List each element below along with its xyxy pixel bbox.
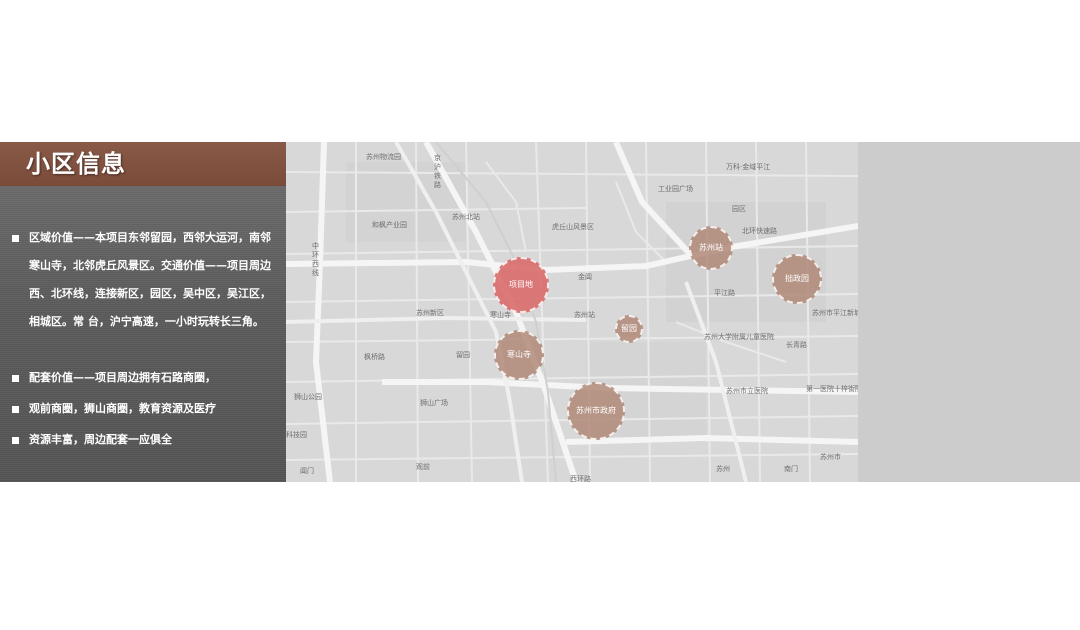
map-label: 枫桥路 xyxy=(364,353,385,361)
map-label: 京沪铁路 xyxy=(434,154,441,189)
map-label: 和枫产业园 xyxy=(372,221,407,229)
poi-label: 拙政园 xyxy=(785,274,809,283)
map-label: 科技园 xyxy=(286,431,307,439)
map-label: 中环西线 xyxy=(312,242,319,277)
map-label: 苏州物流园 xyxy=(366,153,401,161)
map-roads xyxy=(286,142,858,482)
map-label: 狮山广场 xyxy=(420,399,448,407)
map-label: 苏州大学附属儿童医院 xyxy=(704,333,774,341)
map[interactable]: 苏州物流园 京沪铁路 苏州北站 工业园广场 万科·金域平江 虎丘山风景区 和枫产… xyxy=(286,142,858,482)
map-label: 苏州 xyxy=(716,465,730,473)
map-label: 苏州站 xyxy=(574,311,595,319)
page-title: 小区信息 xyxy=(26,150,126,178)
map-label: 寒山寺 xyxy=(490,311,511,319)
map-label: 北环快速路 xyxy=(742,227,777,235)
map-label: 南门 xyxy=(784,465,798,473)
poi-label: 苏州站 xyxy=(699,243,723,252)
poi-label: 寒山寺 xyxy=(507,350,531,359)
poi-label: 项目地 xyxy=(509,280,533,289)
map-label: 苏州市平江新城 xyxy=(812,309,858,317)
square-bullet-icon xyxy=(12,437,19,444)
bullet-item-resources: 资源丰富，周边配套一应俱全 xyxy=(12,432,278,460)
bullet-item-amenities: 配套价值——项目周边拥有石路商圈， xyxy=(12,370,278,398)
bullet-item-region: 区域价值——本项目东邻留园，西邻大运河，南邻寒山寺，北邻虎丘风景区。交通价值——… xyxy=(12,230,278,350)
poi-lingering-garden[interactable]: 留园 xyxy=(615,315,643,343)
bullet-text: 资源丰富，周边配套一应俱全 xyxy=(29,433,172,446)
map-label: 工业园广场 xyxy=(658,185,693,193)
bullet-text: 配套价值——项目周边拥有石路商圈， xyxy=(29,371,216,384)
map-label: 观前 xyxy=(416,463,430,471)
poi-hanshan-temple[interactable]: 寒山寺 xyxy=(494,330,544,380)
map-label: 苏州市立医院 xyxy=(726,387,768,395)
map-label: 长青路 xyxy=(786,341,807,349)
map-label: 西环路 xyxy=(570,475,591,482)
map-label: 虎丘山风景区 xyxy=(552,223,594,231)
poi-suzhou-station[interactable]: 苏州站 xyxy=(689,226,733,270)
poi-humble-garden[interactable]: 拙政园 xyxy=(772,254,822,304)
bullet-item-commerce: 观前商圈，狮山商圈，教育资源及医疗 xyxy=(12,401,278,429)
map-label: 平江路 xyxy=(714,289,735,297)
map-label: 狮山公园 xyxy=(294,393,322,401)
bullet-text: 观前商圈，狮山商圈，教育资源及医疗 xyxy=(29,402,216,415)
title-bar: 小区信息 xyxy=(0,142,286,186)
map-label: 苏州新区 xyxy=(416,309,444,317)
poi-project-site[interactable]: 项目地 xyxy=(493,257,549,313)
square-bullet-icon xyxy=(12,406,19,413)
square-bullet-icon xyxy=(12,235,19,242)
map-label: 园区 xyxy=(732,205,746,213)
poi-label: 留园 xyxy=(621,324,637,333)
poi-city-government[interactable]: 苏州市政府 xyxy=(567,382,625,440)
map-label: 阊门 xyxy=(300,467,314,475)
map-label: 金阊 xyxy=(578,273,592,281)
square-bullet-icon xyxy=(12,375,19,382)
map-label: 第一医院十梓街院区 xyxy=(806,385,858,393)
map-label: 留园 xyxy=(456,351,470,359)
side-panel xyxy=(858,142,1080,482)
bullet-text: 区域价值——本项目东邻留园，西邻大运河，南邻寒山寺，北邻虎丘风景区。交通价值——… xyxy=(29,231,271,328)
map-label: 苏州市 xyxy=(820,453,841,461)
map-label: 万科·金域平江 xyxy=(726,163,771,171)
info-panel: 区域价值——本项目东邻留园，西邻大运河，南邻寒山寺，北邻虎丘风景区。交通价值——… xyxy=(0,186,286,482)
map-label: 苏州北站 xyxy=(452,213,480,221)
poi-label: 苏州市政府 xyxy=(576,406,616,415)
